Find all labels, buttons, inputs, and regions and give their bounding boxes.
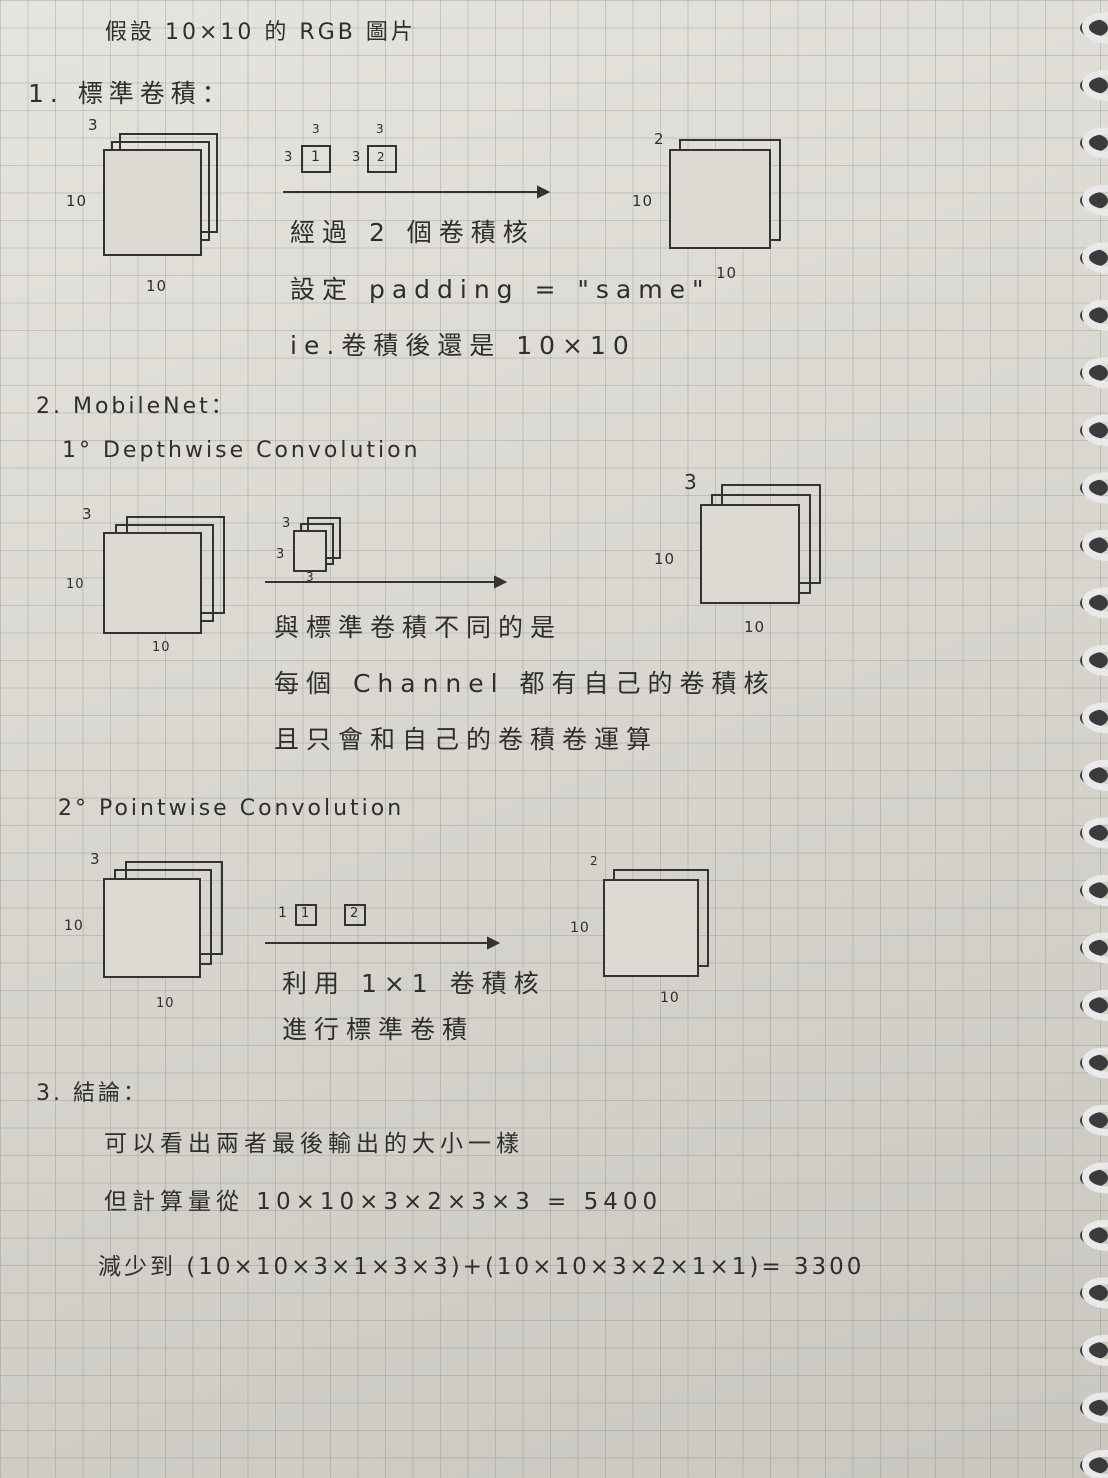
s1-kernel2-label: 2 bbox=[377, 150, 386, 164]
s21-output-width: 10 bbox=[744, 618, 766, 636]
s21-output-height: 10 bbox=[654, 550, 676, 568]
s1-input-height: 10 bbox=[66, 192, 88, 210]
s1-output-stack bbox=[669, 139, 781, 249]
s22-arrow-head bbox=[487, 936, 501, 950]
s1-line1: 經過 2 個卷積核 bbox=[290, 218, 535, 247]
s3-line2: 但計算量從 10×10×3×2×3×3 = 5400 bbox=[104, 1189, 663, 1215]
s1-input-layer-front bbox=[103, 149, 202, 256]
s22-output-layer-front bbox=[603, 879, 699, 977]
s21-input-stack bbox=[103, 516, 225, 634]
s21-output-depth: 3 bbox=[684, 470, 698, 494]
s1-input-stack bbox=[103, 133, 218, 256]
s21-input-depth: 3 bbox=[82, 505, 93, 523]
s22-input-height: 10 bbox=[64, 918, 84, 934]
s1-kernel2-width: 3 bbox=[376, 122, 385, 136]
s1-arrow-head bbox=[537, 185, 551, 199]
s1-kernel1-width: 3 bbox=[312, 122, 321, 136]
s22-input-layer-front bbox=[103, 878, 201, 978]
s1-input-depth: 3 bbox=[88, 116, 99, 134]
s22-input-depth: 3 bbox=[90, 850, 101, 868]
s22-output-height: 10 bbox=[570, 920, 590, 936]
s21-kernel-height: 3 bbox=[276, 547, 286, 562]
s1-line2: 設定 padding = "same" bbox=[290, 275, 711, 304]
s1-output-depth: 2 bbox=[654, 130, 665, 148]
s22-kernel1-label: 1 bbox=[301, 906, 311, 921]
notebook-page: 假設 10×10 的 RGB 圖片 1. 標準卷積： 3 10 10 3 3 1… bbox=[0, 0, 1108, 1478]
s22-output-width: 10 bbox=[660, 990, 680, 1006]
s22-output-depth: 2 bbox=[590, 854, 599, 868]
s22-line1: 利用 1×1 卷積核 bbox=[282, 969, 546, 998]
s21-kernel-width: 3 bbox=[306, 570, 315, 584]
s1-heading: 1. 標準卷積： bbox=[28, 79, 233, 108]
s21-kernel-depth: 3 bbox=[282, 516, 292, 531]
spiral-binding bbox=[1080, 12, 1108, 1478]
s1-output-width: 10 bbox=[716, 264, 738, 282]
s22-kernel1-size: 1 bbox=[278, 905, 288, 921]
s1-kernel1-label: 1 bbox=[311, 149, 321, 165]
s1-output-height: 10 bbox=[632, 192, 654, 210]
s22-input-stack bbox=[103, 861, 223, 978]
s1-line3: ie.卷積後還是 10×10 bbox=[290, 331, 636, 360]
s21-input-layer-front bbox=[103, 532, 202, 634]
s21-kernel-front bbox=[293, 530, 327, 572]
s22-input-width: 10 bbox=[156, 996, 175, 1011]
s3-line1: 可以看出兩者最後輸出的大小一樣 bbox=[104, 1131, 524, 1157]
s22-kernel2-label: 2 bbox=[350, 906, 360, 921]
s1-kernel1-height: 3 bbox=[284, 150, 294, 165]
s21-output-stack bbox=[700, 484, 821, 604]
s21-input-height: 10 bbox=[66, 577, 85, 592]
s22-output-stack bbox=[603, 869, 709, 977]
s21-kernel-stack bbox=[293, 517, 341, 572]
s1-output-layer-front bbox=[669, 149, 771, 249]
s3-line3: 減少到 (10×10×3×1×3×3)+(10×10×3×2×1×1)= 330… bbox=[98, 1254, 865, 1280]
s21-arrow-head bbox=[494, 575, 508, 589]
s21-line3: 且只會和自己的卷積卷運算 bbox=[274, 725, 659, 754]
s21-line2: 每個 Channel 都有自己的卷積核 bbox=[274, 669, 776, 698]
s1-input-width: 10 bbox=[146, 277, 168, 295]
s21-line1: 與標準卷積不同的是 bbox=[274, 613, 563, 642]
s22-line2: 進行標準卷積 bbox=[282, 1015, 475, 1044]
s2-heading: 2. MobileNet： bbox=[36, 394, 236, 419]
s3-heading: 3. 結論： bbox=[36, 1081, 148, 1106]
page-title: 假設 10×10 的 RGB 圖片 bbox=[105, 20, 416, 45]
s21-heading: 1° Depthwise Convolution bbox=[62, 438, 421, 463]
s22-heading: 2° Pointwise Convolution bbox=[58, 796, 405, 821]
s21-output-layer-front bbox=[700, 504, 800, 604]
s21-input-width: 10 bbox=[152, 640, 171, 655]
s1-kernel2-height: 3 bbox=[352, 150, 362, 165]
